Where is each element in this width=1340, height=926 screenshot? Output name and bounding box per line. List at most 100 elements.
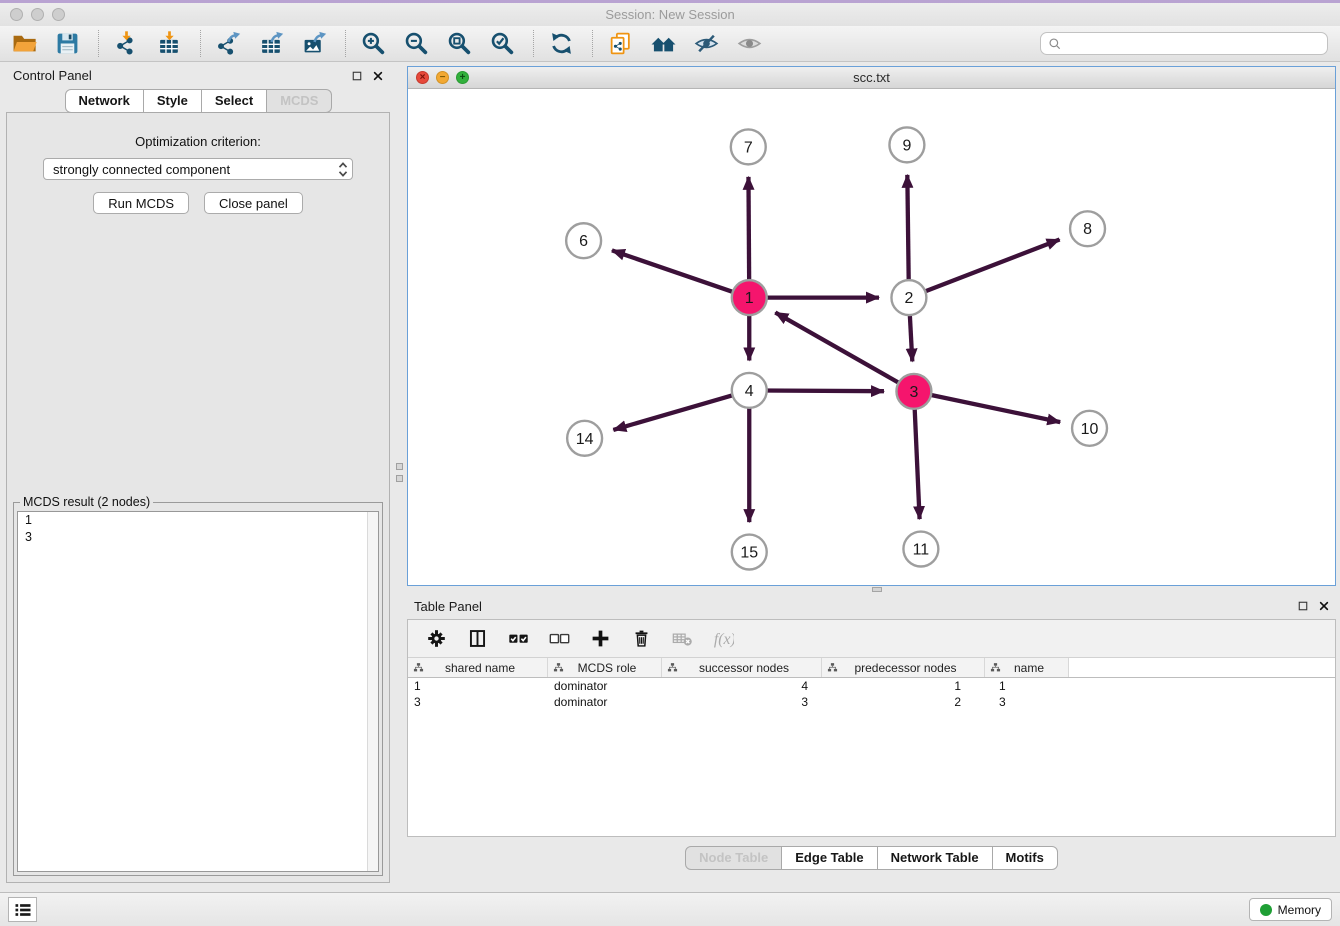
export-image-button[interactable] xyxy=(298,29,330,59)
refresh-layout-button[interactable] xyxy=(545,29,577,59)
split-grip-icon[interactable] xyxy=(872,587,882,592)
show-details-button[interactable] xyxy=(733,29,765,59)
edge-4-3[interactable] xyxy=(749,390,884,391)
node-1[interactable]: 1 xyxy=(732,280,767,315)
cell: 3 xyxy=(408,695,548,709)
app-title: Session: New Session xyxy=(605,7,734,22)
clone-network-icon xyxy=(608,31,633,56)
close-panel-icon[interactable] xyxy=(372,70,384,82)
show-columns-button[interactable] xyxy=(465,627,489,651)
table-settings-button[interactable] xyxy=(424,627,448,651)
open-session-button[interactable] xyxy=(8,29,40,59)
tab-style[interactable]: Style xyxy=(144,89,202,113)
cell: 1 xyxy=(822,679,985,693)
import-network-icon xyxy=(114,31,139,56)
edge-1-6[interactable] xyxy=(612,250,749,297)
close-network-button[interactable]: × xyxy=(416,71,429,84)
tab-node-table[interactable]: Node Table xyxy=(685,846,782,870)
split-grip-icon[interactable] xyxy=(396,475,403,482)
cell: 1 xyxy=(985,679,1069,693)
tab-network-table[interactable]: Network Table xyxy=(878,846,993,870)
zoom-selected-button[interactable] xyxy=(486,29,518,59)
zoom-selected-icon xyxy=(490,31,515,56)
select-all-columns-icon xyxy=(508,628,529,649)
equation-builder-icon: f(x) xyxy=(713,628,734,649)
table-toolbar: f(x) xyxy=(408,620,1335,658)
network-canvas[interactable]: 7 9 6 8 1 2 4 3 14 10 15 11 xyxy=(408,89,1335,585)
node-7[interactable]: 7 xyxy=(731,129,766,164)
save-session-button[interactable] xyxy=(51,29,83,59)
search-input[interactable] xyxy=(1067,36,1320,51)
node-4[interactable]: 4 xyxy=(732,373,767,408)
maximize-network-button[interactable]: + xyxy=(456,71,469,84)
delete-columns-button[interactable] xyxy=(629,627,653,651)
search-box[interactable] xyxy=(1040,32,1328,55)
main-toolbar xyxy=(0,26,1340,62)
tab-edge-table[interactable]: Edge Table xyxy=(782,846,877,870)
edge-3-1[interactable] xyxy=(775,312,914,391)
mcds-result-text[interactable]: 13 xyxy=(17,511,379,872)
column-header-predecessor-nodes[interactable]: predecessor nodes xyxy=(822,658,985,677)
node-11[interactable]: 11 xyxy=(903,532,938,567)
zoom-out-button[interactable] xyxy=(400,29,432,59)
export-network-icon xyxy=(216,31,241,56)
edge-4-14[interactable] xyxy=(613,390,749,430)
column-header-mcds-role[interactable]: MCDS role xyxy=(548,658,662,677)
edge-3-11[interactable] xyxy=(914,391,920,519)
node-9[interactable]: 9 xyxy=(889,127,924,162)
zoom-window-button[interactable] xyxy=(52,8,65,21)
table-row[interactable]: 1dominator411 xyxy=(408,678,1335,694)
edge-3-10[interactable] xyxy=(914,391,1060,422)
zoom-fit-button[interactable] xyxy=(443,29,475,59)
create-column-button[interactable] xyxy=(588,627,612,651)
select-all-columns-button[interactable] xyxy=(506,627,530,651)
tab-select[interactable]: Select xyxy=(202,89,267,113)
zoom-out-icon xyxy=(404,31,429,56)
memory-button[interactable]: Memory xyxy=(1249,898,1332,921)
split-grip-icon[interactable] xyxy=(396,463,403,470)
home-icon xyxy=(651,31,676,56)
node-8[interactable]: 8 xyxy=(1070,211,1105,246)
unselect-all-columns-button[interactable] xyxy=(547,627,571,651)
attribute-icon xyxy=(553,662,564,673)
float-table-panel-icon[interactable] xyxy=(1297,600,1309,612)
node-label: 7 xyxy=(744,139,753,156)
clone-network-button[interactable] xyxy=(604,29,636,59)
node-14[interactable]: 14 xyxy=(567,421,602,456)
node-10[interactable]: 10 xyxy=(1072,411,1107,446)
minimize-window-button[interactable] xyxy=(31,8,44,21)
column-header-name[interactable]: name xyxy=(985,658,1069,677)
equation-builder-button[interactable]: f(x) xyxy=(711,627,735,651)
close-table-panel-icon[interactable] xyxy=(1318,600,1330,612)
optimization-criterion-select[interactable]: strongly connected component xyxy=(43,158,353,180)
close-window-button[interactable] xyxy=(10,8,23,21)
mcds-result-box: MCDS result (2 nodes) 13 xyxy=(13,502,383,876)
export-network-button[interactable] xyxy=(212,29,244,59)
import-table-button[interactable] xyxy=(153,29,185,59)
run-mcds-button[interactable]: Run MCDS xyxy=(93,192,189,214)
edge-2-8[interactable] xyxy=(909,240,1060,298)
table-row[interactable]: 3dominator323 xyxy=(408,694,1335,710)
node-2[interactable]: 2 xyxy=(891,280,926,315)
node-15[interactable]: 15 xyxy=(732,535,767,570)
import-network-button[interactable] xyxy=(110,29,142,59)
home-button[interactable] xyxy=(647,29,679,59)
show-details-icon xyxy=(737,31,762,56)
tab-network[interactable]: Network xyxy=(65,89,144,113)
node-3[interactable]: 3 xyxy=(896,374,931,409)
hide-details-button[interactable] xyxy=(690,29,722,59)
attribute-icon xyxy=(827,662,838,673)
close-panel-button[interactable]: Close panel xyxy=(204,192,303,214)
minimize-network-button[interactable]: − xyxy=(436,71,449,84)
task-history-button[interactable] xyxy=(8,897,37,922)
export-table-button[interactable] xyxy=(255,29,287,59)
zoom-in-button[interactable] xyxy=(357,29,389,59)
tab-mcds[interactable]: MCDS xyxy=(267,89,332,113)
result-scrollbar[interactable] xyxy=(367,512,378,871)
delete-table-button[interactable] xyxy=(670,627,694,651)
tab-motifs[interactable]: Motifs xyxy=(993,846,1058,870)
column-header-successor-nodes[interactable]: successor nodes xyxy=(662,658,822,677)
node-6[interactable]: 6 xyxy=(566,223,601,258)
column-header-shared-name[interactable]: shared name xyxy=(408,658,548,677)
float-panel-icon[interactable] xyxy=(351,70,363,82)
